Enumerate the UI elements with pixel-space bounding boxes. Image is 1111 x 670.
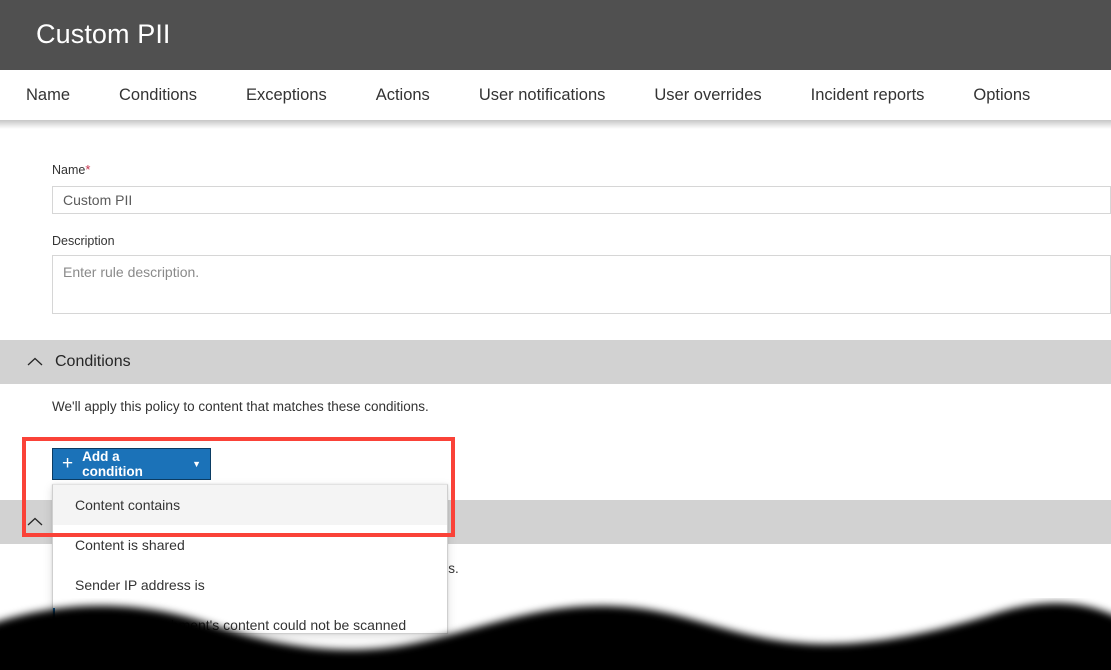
- section-header-conditions[interactable]: Conditions: [0, 340, 1111, 384]
- menu-item-content-is-shared[interactable]: Content is shared: [53, 525, 447, 565]
- description-label-text: Description: [52, 234, 115, 248]
- plus-icon: +: [62, 452, 74, 474]
- menu-item-label: Content is shared: [75, 537, 185, 553]
- caret-down-icon: ▼: [192, 458, 201, 469]
- section-title-conditions: Conditions: [55, 353, 131, 370]
- name-input[interactable]: [52, 186, 1111, 214]
- menu-item-sender-ip-address-is[interactable]: Sender IP address is: [53, 565, 447, 605]
- tab-incident-reports[interactable]: Incident reports: [811, 70, 925, 120]
- required-asterisk: *: [85, 162, 91, 177]
- name-label-text: Name: [52, 163, 86, 177]
- menu-item-accent-bar: [53, 608, 55, 642]
- tabbar-shadow: [0, 120, 1111, 129]
- menu-item-label: Sender IP address is: [75, 577, 205, 593]
- add-a-condition-button[interactable]: + Add a condition ▼: [52, 448, 211, 480]
- tab-exceptions[interactable]: Exceptions: [246, 70, 327, 120]
- menu-item-label: Content contains: [75, 497, 181, 513]
- menu-item-label: Any email attachment's content could not…: [75, 617, 407, 633]
- tab-actions[interactable]: Actions: [376, 70, 430, 120]
- menu-item-content-contains[interactable]: Content contains: [53, 485, 447, 525]
- tab-bar: Name Conditions Exceptions Actions User noti…: [0, 70, 1111, 120]
- tab-user-overrides[interactable]: User overrides: [654, 70, 761, 120]
- page-title: Custom PII: [36, 19, 171, 49]
- name-field-label: Name*: [52, 162, 90, 177]
- application-window: Custom PII Name Conditions Exceptions Actio…: [0, 0, 1111, 670]
- tab-options[interactable]: Options: [973, 70, 1030, 120]
- description-input[interactable]: [52, 255, 1111, 314]
- tab-list: Name Conditions Exceptions Actions User noti…: [26, 70, 1030, 120]
- tab-name[interactable]: Name: [26, 70, 70, 120]
- tab-conditions[interactable]: Conditions: [119, 70, 197, 120]
- tab-user-notifications[interactable]: User notifications: [479, 70, 606, 120]
- add-condition-label: Add a condition: [82, 449, 143, 479]
- menu-item-any-email-attachment-s-content-could-not-be-scanned[interactable]: Any email attachment's content could not…: [53, 605, 447, 645]
- window-titlebar: Custom PII: [0, 0, 1111, 70]
- conditions-description: We'll apply this policy to content that …: [52, 399, 429, 414]
- chevron-up-icon: [27, 357, 43, 366]
- add-condition-dropdown-menu[interactable]: Content contains Content is shared Sender …: [52, 484, 448, 642]
- description-field-label: Description: [52, 234, 115, 248]
- chevron-up-icon: [27, 517, 43, 526]
